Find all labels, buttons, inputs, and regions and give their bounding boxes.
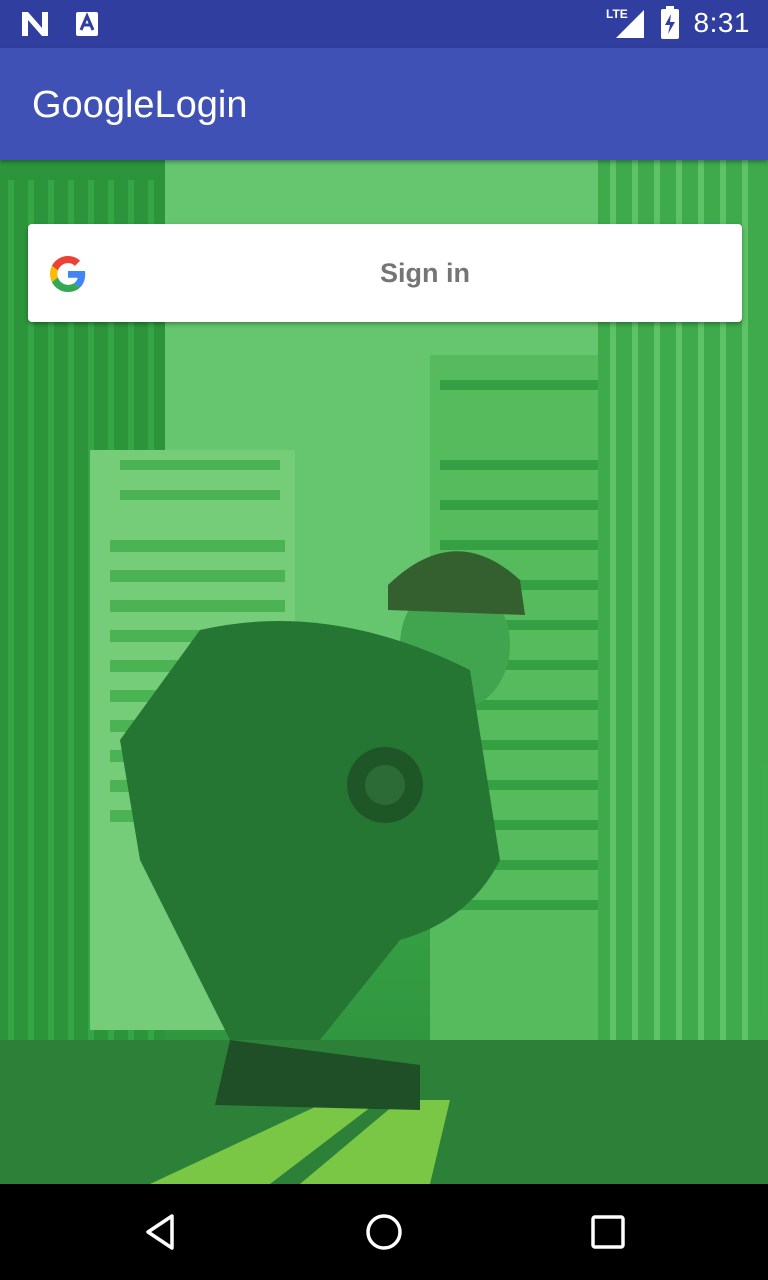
navigation-bar [0,1184,768,1280]
n-notification-icon [22,12,48,36]
back-icon[interactable] [136,1208,184,1256]
a-notification-icon [76,12,98,36]
battery-charging-icon [660,6,679,39]
svg-text:LTE: LTE [606,7,628,21]
app-bar: GoogleLogin [0,48,768,160]
recents-icon[interactable] [584,1208,632,1256]
status-notifications [20,10,100,38]
sign-in-label: Sign in [380,258,470,288]
app-title: GoogleLogin [32,84,248,126]
home-icon[interactable] [360,1208,408,1256]
lte-signal-icon: LTE [606,7,644,38]
status-bar: LTE 8:31 [0,0,768,48]
google-sign-in-button[interactable]: Sign in [28,224,742,322]
status-system: LTE 8:31 [606,6,751,40]
status-time: 8:31 [693,7,750,38]
